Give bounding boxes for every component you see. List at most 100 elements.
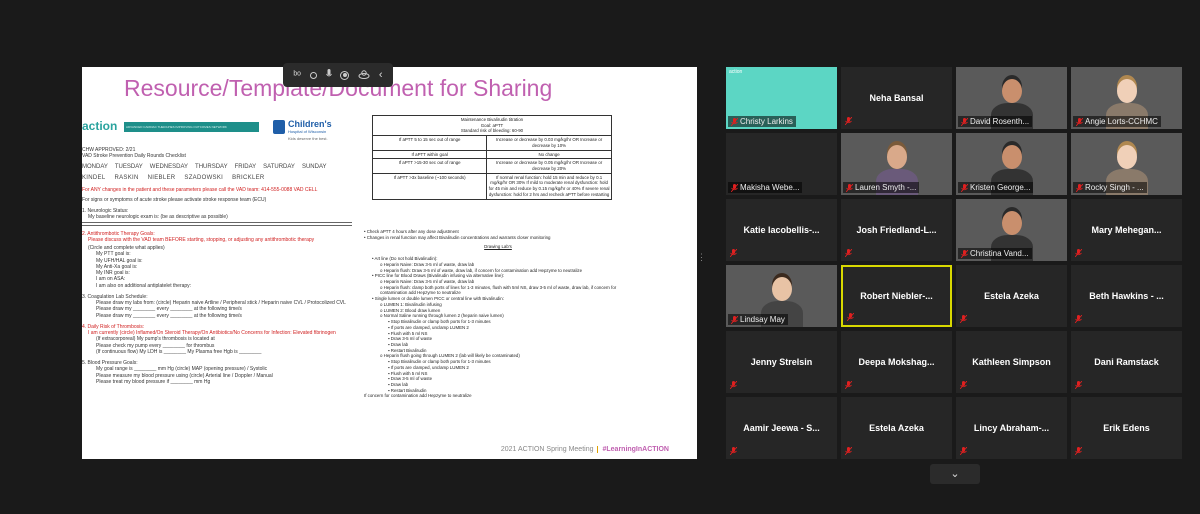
section-neuro-line: My baseline neurologic exam is: (be as d… [88, 214, 228, 221]
titration-action: If normal renal function: hold 15 min an… [488, 174, 610, 197]
drawing-labs-line: If concern for contamination add Hepzyme… [364, 393, 472, 399]
weekday-row: MONDAY TUESDAY WEDNESDAY THURSDAY FRIDAY SATU… [82, 164, 367, 172]
participant-name: Katie Iacobellis-... [743, 225, 820, 235]
muted-mic-icon [961, 249, 968, 258]
muted-mic-icon [846, 183, 853, 192]
participant-name: Christina Vand... [970, 249, 1029, 258]
muted-mic-icon [731, 183, 738, 192]
participant-tile[interactable]: Kathleen Simpson [956, 331, 1067, 393]
weekday-label: TUESDAY [114, 163, 143, 170]
pointer-icon[interactable]: ᵇᵒ [293, 70, 301, 81]
zoom-meeting-window: Resource/Template/Document for Sharing a… [0, 0, 1200, 514]
participant-name-label: Angie Lorts-CCHMC [1073, 116, 1161, 127]
muted-mic-icon [1075, 447, 1082, 455]
checklist-item: Please treat my blood pressure if ______… [96, 378, 211, 385]
action-logo: action [82, 119, 118, 133]
participant-name: Lauren Smyth -... [855, 183, 917, 192]
participant-name: Estela Azeka [869, 423, 924, 433]
hospital-tagline: Kids deserve the best. [288, 136, 328, 141]
participant-video-head [772, 277, 792, 301]
participant-tile[interactable]: Lincy Abraham-... [956, 397, 1067, 459]
weekday-label: MONDAY [82, 163, 108, 170]
muted-mic-icon [961, 183, 968, 192]
participant-name: Deepa Mokshag... [858, 357, 935, 367]
titration-action: Increase or decrease by 0.05 mg/kg/hr OR… [496, 160, 603, 172]
weekday-label: THURSDAY [195, 163, 228, 170]
checklist-item: (If continuous flow) My LDH is ________ … [96, 348, 262, 355]
stamp-icon[interactable] [358, 69, 370, 82]
participant-video-head [1002, 145, 1022, 169]
participant-tile[interactable]: Beth Hawkins - ... [1071, 265, 1182, 327]
participant-tile[interactable]: action Christy Larkins [726, 67, 837, 129]
participant-name-label: Christy Larkins [728, 116, 796, 127]
weekday-label: WEDNESDAY [149, 163, 189, 170]
participant-tile[interactable]: Estela Azeka [956, 265, 1067, 327]
muted-mic-icon [1075, 381, 1082, 389]
participant-overlay-text: action [729, 69, 743, 75]
titration-condition: If aPTT 5 to 15 sec out of range [373, 136, 488, 150]
participant-tile[interactable]: Erik Edens [1071, 397, 1182, 459]
participant-tile[interactable]: Estela Azeka [841, 397, 952, 459]
circle-icon[interactable] [309, 71, 317, 79]
participant-tile[interactable]: Lindsay May [726, 265, 837, 327]
participant-tile[interactable]: Kristen George... [956, 133, 1067, 195]
drawing-labs-line: o Heparin flush: clamp both ports of lin… [380, 284, 617, 296]
participant-tile[interactable]: Makisha Webe... [726, 133, 837, 195]
participant-name: Kristen George... [970, 183, 1031, 192]
vad-notice: For ANY changes in the patient and these… [82, 186, 318, 193]
participant-tile[interactable]: Christina Vand... [956, 199, 1067, 261]
annotation-toolbar: ᵇᵒ ‹ [283, 63, 393, 87]
participant-name-label: Lauren Smyth -... [843, 182, 920, 193]
drawing-labs-document: • Check aPTT 4 hours after any dose adju… [358, 229, 638, 399]
participant-name: Josh Friedland-L... [856, 225, 937, 235]
muted-mic-icon [730, 381, 737, 389]
chevron-down-icon[interactable]: ⌄ [930, 464, 980, 484]
participant-tile[interactable]: Robert Niebler-... [841, 265, 952, 327]
muted-mic-icon [730, 447, 737, 455]
participant-name-label: Makisha Webe... [728, 182, 803, 193]
participant-tile[interactable]: Jenny Strelsin [726, 331, 837, 393]
participant-tile[interactable]: Dani Ramstack [1071, 331, 1182, 393]
participant-name: Angie Lorts-CCHMC [1085, 117, 1158, 126]
attending-name: SZADOWSKI [184, 175, 224, 181]
participant-tile[interactable]: Deepa Mokshag... [841, 331, 952, 393]
participant-tile[interactable]: Katie Iacobellis-... [726, 199, 837, 261]
titration-row: If aPTT 5 to 15 sec out of range Increase… [373, 136, 611, 151]
split-handle-icon[interactable]: ⋮ [697, 252, 706, 266]
participant-name: Aamir Jeewa - S... [743, 423, 820, 433]
weekday-label: SATURDAY [263, 163, 295, 170]
attending-name: KINDEL [82, 175, 106, 181]
record-icon[interactable] [340, 70, 350, 80]
titration-action: No change [538, 151, 560, 157]
participant-tile[interactable]: Mary Mehegan... [1071, 199, 1182, 261]
muted-mic-icon [847, 313, 854, 321]
muted-mic-icon [1075, 249, 1082, 257]
muted-mic-icon [1076, 117, 1083, 126]
participant-tile[interactable]: David Rosenth... [956, 67, 1067, 129]
muted-mic-icon [845, 117, 852, 125]
hospital-name: Children's [288, 119, 332, 129]
shared-screen: Resource/Template/Document for Sharing a… [82, 67, 697, 459]
participant-name: Robert Niebler-... [860, 291, 933, 301]
participant-tile[interactable]: Lauren Smyth -... [841, 133, 952, 195]
participant-tile[interactable]: Angie Lorts-CCHMC [1071, 67, 1182, 129]
muted-mic-icon [730, 249, 737, 257]
action-logo-band: ADVANCED CARDIAC THERAPIES IMPROVING OUT… [124, 122, 259, 132]
mic-icon[interactable] [325, 68, 332, 82]
weekday-label: FRIDAY [234, 163, 257, 170]
chevron-left-icon[interactable]: ‹ [379, 69, 383, 81]
participant-name: Erik Edens [1103, 423, 1150, 433]
participant-tile[interactable]: Josh Friedland-L... [841, 199, 952, 261]
participant-tile[interactable]: Rocky Singh - ... [1071, 133, 1182, 195]
participant-name: Estela Azeka [984, 291, 1039, 301]
checklist-item: Please draw my ________ every ________ a… [96, 312, 242, 319]
footer-meeting: 2021 ACTION Spring Meeting [500, 446, 594, 453]
weekday-label: SUNDAY [301, 163, 327, 170]
titration-row: If aPTT within goal No change [373, 150, 611, 160]
muted-mic-icon [961, 117, 968, 126]
checklist-item: I am also on additional antiplatelet the… [96, 282, 192, 289]
participant-name: Makisha Webe... [740, 183, 800, 192]
participant-tile[interactable]: Aamir Jeewa - S... [726, 397, 837, 459]
participant-tile[interactable]: Neha Bansal [841, 67, 952, 129]
hospital-logo: Children's Hospital of Wisconsin Kids de… [273, 119, 357, 145]
